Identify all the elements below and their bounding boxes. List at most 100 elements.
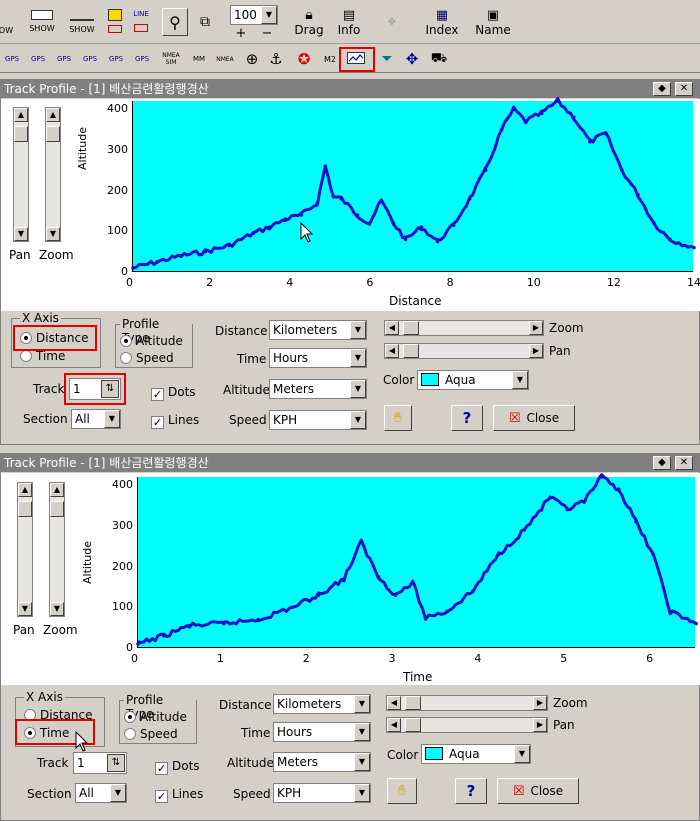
track-spinner[interactable]: 1 ⇅ bbox=[73, 752, 127, 774]
ptype-altitude-radio[interactable]: Altitude bbox=[124, 710, 187, 724]
pan-arrows-button[interactable]: ✥ bbox=[372, 2, 412, 42]
truck-button[interactable]: ⛟ bbox=[428, 49, 450, 69]
m2-button[interactable]: M2 bbox=[320, 49, 340, 69]
ptype-altitude-radio[interactable]: Altitude bbox=[120, 334, 183, 348]
ptype-speed-radio[interactable]: Speed bbox=[120, 351, 174, 365]
xaxis-distance-radio[interactable]: Distance bbox=[24, 708, 92, 722]
scroll-thumb[interactable] bbox=[46, 126, 60, 142]
scroll-thumb[interactable] bbox=[50, 501, 64, 517]
zoom-hscrollbar[interactable]: ◀ ▶ bbox=[386, 695, 548, 711]
scroll-down-arrow-icon[interactable]: ▼ bbox=[14, 227, 28, 241]
scroll-right-arrow-icon[interactable]: ▶ bbox=[533, 718, 547, 732]
target-button[interactable]: ⊕ bbox=[242, 49, 262, 69]
scroll-thumb[interactable] bbox=[403, 321, 419, 335]
drag-button[interactable]: 🔒︎ Drag bbox=[292, 4, 326, 40]
move-button[interactable]: ✥ bbox=[402, 49, 422, 69]
window-titlebar[interactable]: Track Profile - [1] 배산금련활령행경산 ◆ ✕ bbox=[1, 454, 699, 472]
time-unit-select[interactable]: Hours ▼ bbox=[269, 348, 367, 368]
nmea-sim-button[interactable]: NMEA SIM bbox=[160, 49, 182, 69]
gps-button-2[interactable]: GPS bbox=[28, 49, 48, 69]
scroll-up-arrow-icon[interactable]: ▲ bbox=[18, 483, 32, 497]
pan-scrollbar[interactable]: ▲ ▼ bbox=[13, 107, 29, 242]
show-routes-button[interactable]: SHOW bbox=[66, 2, 98, 40]
restore-button[interactable]: ◆ bbox=[653, 456, 671, 470]
scroll-up-arrow-icon[interactable]: ▲ bbox=[46, 108, 60, 122]
funnel-button[interactable]: ⏷ bbox=[378, 49, 396, 69]
help-button[interactable]: ? bbox=[455, 778, 487, 804]
restore-button[interactable]: ◆ bbox=[653, 82, 671, 96]
xaxis-time-radio[interactable]: Time bbox=[24, 726, 69, 740]
altitude-unit-select[interactable]: Meters ▼ bbox=[269, 379, 367, 399]
zoom-out-button[interactable]: − bbox=[258, 26, 276, 41]
distance-unit-select[interactable]: Kilometers ▼ bbox=[273, 694, 371, 714]
scroll-thumb[interactable] bbox=[405, 696, 421, 710]
show-overview-button[interactable]: OW bbox=[0, 2, 13, 40]
show-waypoints-button[interactable]: SHOW bbox=[26, 2, 58, 40]
scroll-left-arrow-icon[interactable]: ◀ bbox=[385, 321, 399, 335]
section-select[interactable]: All ▼ bbox=[75, 783, 127, 803]
scroll-thumb[interactable] bbox=[405, 718, 421, 732]
scroll-left-arrow-icon[interactable]: ◀ bbox=[387, 696, 401, 710]
color-select[interactable]: Aqua ▼ bbox=[417, 370, 529, 390]
speed-unit-select[interactable]: KPH ▼ bbox=[269, 410, 367, 430]
pan-hscrollbar[interactable]: ◀ ▶ bbox=[386, 717, 548, 733]
color-select[interactable]: Aqua ▼ bbox=[421, 744, 531, 764]
info-button[interactable]: ▤ Info bbox=[334, 4, 364, 40]
scroll-right-arrow-icon[interactable]: ▶ bbox=[529, 321, 543, 335]
anchor-button[interactable]: ⚓︎ bbox=[266, 49, 286, 69]
scroll-right-arrow-icon[interactable]: ▶ bbox=[529, 344, 543, 358]
scroll-down-arrow-icon[interactable]: ▼ bbox=[50, 602, 64, 616]
scroll-left-arrow-icon[interactable]: ◀ bbox=[385, 344, 399, 358]
distance-unit-select[interactable]: Kilometers ▼ bbox=[269, 320, 367, 340]
scroll-down-arrow-icon[interactable]: ▼ bbox=[46, 227, 60, 241]
scroll-thumb[interactable] bbox=[403, 344, 419, 358]
close-button[interactable]: ☒ Close bbox=[493, 405, 575, 431]
help-button[interactable]: ? bbox=[451, 405, 483, 431]
scroll-up-arrow-icon[interactable]: ▲ bbox=[14, 108, 28, 122]
xaxis-time-radio[interactable]: Time bbox=[20, 349, 65, 363]
close-window-button[interactable]: ✕ bbox=[675, 456, 693, 470]
scroll-thumb[interactable] bbox=[14, 126, 28, 142]
waypoint-button[interactable]: ✋︎ bbox=[384, 405, 412, 431]
index-button[interactable]: ▦ Index bbox=[424, 4, 460, 40]
waypoint-button[interactable]: ✋︎ bbox=[387, 778, 417, 804]
zoom-scrollbar[interactable]: ▲ ▼ bbox=[49, 482, 65, 617]
zoom-window-button[interactable]: ⧉ bbox=[192, 8, 218, 36]
scroll-down-arrow-icon[interactable]: ▼ bbox=[18, 602, 32, 616]
scroll-up-arrow-icon[interactable]: ▲ bbox=[50, 483, 64, 497]
flag-button[interactable] bbox=[104, 2, 126, 40]
time-unit-select[interactable]: Hours ▼ bbox=[273, 722, 371, 742]
zoom-scrollbar[interactable]: ▲ ▼ bbox=[45, 107, 61, 242]
scroll-right-arrow-icon[interactable]: ▶ bbox=[533, 696, 547, 710]
dots-checkbox[interactable]: ✓ Dots bbox=[155, 759, 200, 775]
profile-plot[interactable] bbox=[131, 97, 696, 272]
gps-button-3[interactable]: GPS bbox=[54, 49, 74, 69]
track-spinner[interactable]: 1 ⇅ bbox=[69, 378, 121, 400]
lines-checkbox[interactable]: ✓ Lines bbox=[155, 787, 203, 803]
gps-button-6[interactable]: GPS bbox=[132, 49, 152, 69]
close-button[interactable]: ☒ Close bbox=[497, 778, 579, 804]
window-titlebar[interactable]: Track Profile - [1] 배산금련활령행경산 ◆ ✕ bbox=[1, 80, 699, 98]
zoom-hscrollbar[interactable]: ◀ ▶ bbox=[384, 320, 544, 336]
spin-icon[interactable]: ⇅ bbox=[101, 380, 119, 398]
ptype-speed-radio[interactable]: Speed bbox=[124, 727, 178, 741]
altitude-unit-select[interactable]: Meters ▼ bbox=[273, 752, 371, 772]
spin-icon[interactable]: ⇅ bbox=[107, 754, 125, 772]
section-select[interactable]: All ▼ bbox=[71, 409, 121, 429]
mm-button[interactable]: MM bbox=[188, 49, 210, 69]
track-profile-button[interactable] bbox=[344, 49, 368, 67]
scroll-left-arrow-icon[interactable]: ◀ bbox=[387, 718, 401, 732]
profile-plot[interactable] bbox=[136, 473, 698, 648]
gps-button-5[interactable]: GPS bbox=[106, 49, 126, 69]
gps-button-4[interactable]: GPS bbox=[80, 49, 100, 69]
xaxis-distance-radio[interactable]: Distance bbox=[20, 331, 88, 345]
pan-scrollbar[interactable]: ▲ ▼ bbox=[17, 482, 33, 617]
nmea-button[interactable]: NMEA bbox=[214, 49, 236, 69]
line-button[interactable]: LINE bbox=[130, 2, 152, 40]
dots-checkbox[interactable]: ✓ Dots bbox=[151, 385, 196, 401]
zoom-level-select[interactable]: 100 ▼ bbox=[230, 5, 278, 25]
pan-hscrollbar[interactable]: ◀ ▶ bbox=[384, 343, 544, 359]
speed-unit-select[interactable]: KPH ▼ bbox=[273, 783, 371, 803]
zoom-in-button[interactable]: + bbox=[232, 26, 250, 41]
name-button[interactable]: ▣ Name bbox=[474, 4, 512, 40]
